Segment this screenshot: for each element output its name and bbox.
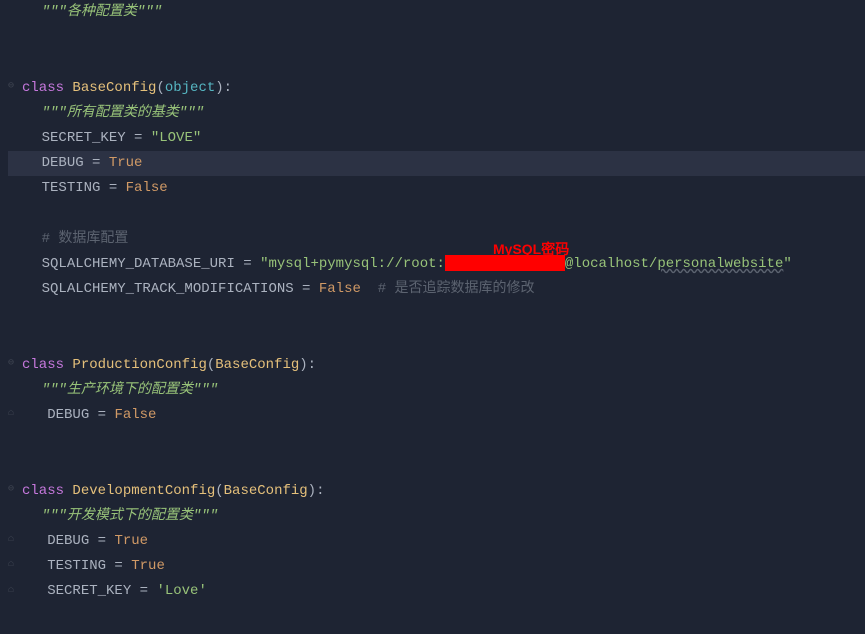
operator: = bbox=[106, 558, 131, 574]
code-line[interactable]: TESTING = False bbox=[8, 176, 865, 201]
operator: = bbox=[235, 256, 260, 272]
string: 'Love' bbox=[156, 583, 206, 599]
paren: ( bbox=[156, 80, 164, 96]
docstring: """各种配置类""" bbox=[42, 4, 162, 20]
code-line[interactable] bbox=[8, 50, 865, 75]
code-line[interactable] bbox=[8, 302, 865, 327]
code-line[interactable]: SECRET_KEY = "LOVE" bbox=[8, 126, 865, 151]
docstring: """生产环境下的配置类""" bbox=[42, 382, 218, 398]
code-line[interactable] bbox=[8, 453, 865, 478]
paren: ) bbox=[308, 483, 316, 499]
code-line[interactable]: ⊖class DevelopmentConfig(BaseConfig): bbox=[8, 479, 865, 504]
variable: SECRET_KEY bbox=[42, 130, 126, 146]
variable: TESTING bbox=[47, 558, 106, 574]
code-line[interactable]: ⊖class ProductionConfig(BaseConfig): bbox=[8, 353, 865, 378]
class-name: BaseConfig bbox=[72, 80, 156, 96]
paren: ( bbox=[215, 483, 223, 499]
keyword-class: class bbox=[22, 483, 64, 499]
operator: = bbox=[89, 533, 114, 549]
code-line[interactable]: """生产环境下的配置类""" bbox=[8, 378, 865, 403]
fold-icon[interactable]: ⊖ bbox=[8, 355, 22, 373]
keyword-class: class bbox=[22, 357, 64, 373]
string: "mysql+pymysql://root: bbox=[260, 256, 445, 272]
fold-icon[interactable]: ⊖ bbox=[8, 481, 22, 499]
paren: ( bbox=[207, 357, 215, 373]
keyword-class: class bbox=[22, 80, 64, 96]
comment: # 是否追踪数据库的修改 bbox=[361, 281, 535, 297]
code-line[interactable] bbox=[8, 25, 865, 50]
comment: # 数据库配置 bbox=[42, 231, 129, 247]
variable: DEBUG bbox=[42, 155, 84, 171]
string: @localhost/ bbox=[565, 256, 657, 272]
code-line[interactable]: ⌂ DEBUG = True bbox=[8, 529, 865, 554]
operator: = bbox=[126, 130, 151, 146]
code-line[interactable]: ⌂ TESTING = True bbox=[8, 554, 865, 579]
operator: = bbox=[294, 281, 319, 297]
class-name: DevelopmentConfig bbox=[72, 483, 215, 499]
code-line[interactable]: """开发模式下的配置类""" bbox=[8, 504, 865, 529]
colon: : bbox=[224, 80, 232, 96]
gutter-marker-icon[interactable]: ⌂ bbox=[8, 556, 22, 574]
param: BaseConfig bbox=[215, 357, 299, 373]
operator: = bbox=[100, 180, 125, 196]
string: "LOVE" bbox=[151, 130, 201, 146]
gutter-marker-icon[interactable]: ⌂ bbox=[8, 531, 22, 549]
class-name: ProductionConfig bbox=[72, 357, 206, 373]
variable: DEBUG bbox=[47, 407, 89, 423]
fold-icon[interactable]: ⊖ bbox=[8, 78, 22, 96]
code-line[interactable] bbox=[8, 327, 865, 352]
variable: TESTING bbox=[42, 180, 101, 196]
code-line[interactable] bbox=[8, 428, 865, 453]
docstring: """开发模式下的配置类""" bbox=[42, 508, 218, 524]
code-line[interactable]: ⌂ SECRET_KEY = 'Love' bbox=[8, 579, 865, 604]
variable: SQLALCHEMY_TRACK_MODIFICATIONS bbox=[42, 281, 294, 297]
operator: = bbox=[84, 155, 109, 171]
string-warning: personalwebsite bbox=[657, 256, 783, 272]
code-line[interactable]: """所有配置类的基类""" bbox=[8, 101, 865, 126]
boolean: False bbox=[126, 180, 168, 196]
code-line[interactable]: SQLALCHEMY_DATABASE_URI = "mysql+pymysql… bbox=[8, 252, 865, 277]
code-line[interactable]: ⊖class BaseConfig(object): bbox=[8, 76, 865, 101]
operator: = bbox=[89, 407, 114, 423]
paren: ) bbox=[299, 357, 307, 373]
colon: : bbox=[316, 483, 324, 499]
gutter-marker-icon[interactable]: ⌂ bbox=[8, 405, 22, 423]
paren: ) bbox=[215, 80, 223, 96]
variable: DEBUG bbox=[47, 533, 89, 549]
code-line[interactable]: SQLALCHEMY_TRACK_MODIFICATIONS = False #… bbox=[8, 277, 865, 302]
param: object bbox=[165, 80, 215, 96]
code-editor[interactable]: """各种配置类""" ⊖class BaseConfig(object): "… bbox=[0, 0, 865, 605]
boolean: False bbox=[319, 281, 361, 297]
boolean: True bbox=[131, 558, 165, 574]
code-line[interactable]: """各种配置类""" bbox=[8, 0, 865, 25]
variable: SECRET_KEY bbox=[47, 583, 131, 599]
gutter-marker-icon[interactable]: ⌂ bbox=[8, 582, 22, 600]
docstring: """所有配置类的基类""" bbox=[42, 105, 204, 121]
code-line[interactable]: ⌂ DEBUG = False bbox=[8, 403, 865, 428]
annotation-mysql-password: MySQL密码 bbox=[493, 237, 569, 262]
variable: SQLALCHEMY_DATABASE_URI bbox=[42, 256, 235, 272]
boolean: False bbox=[114, 407, 156, 423]
string: " bbox=[783, 256, 791, 272]
operator: = bbox=[131, 583, 156, 599]
boolean: True bbox=[114, 533, 148, 549]
colon: : bbox=[308, 357, 316, 373]
code-line[interactable] bbox=[8, 202, 865, 227]
param: BaseConfig bbox=[224, 483, 308, 499]
code-line-highlighted[interactable]: DEBUG = True bbox=[8, 151, 865, 176]
code-line[interactable]: # 数据库配置 bbox=[8, 227, 865, 252]
boolean: True bbox=[109, 155, 143, 171]
